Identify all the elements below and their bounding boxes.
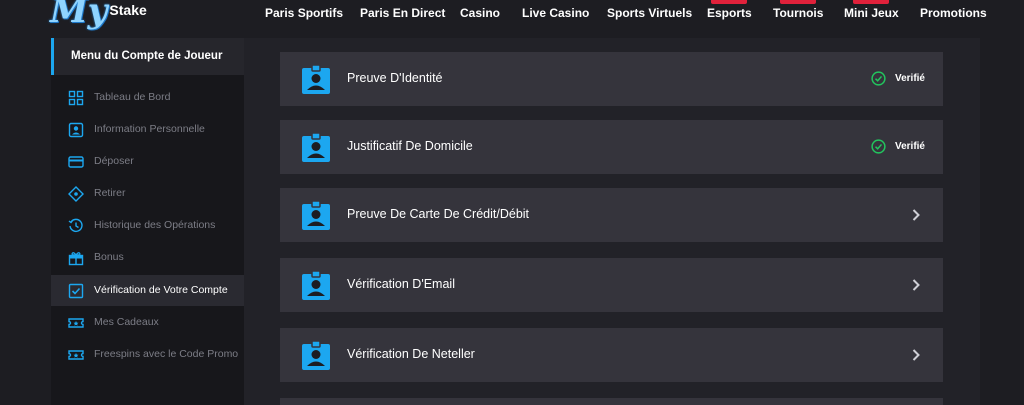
- check-circle-icon: [871, 139, 886, 154]
- sidebar-header: Menu du Compte de Joueur: [51, 38, 244, 75]
- sidebar-item-mes-cadeaux[interactable]: Mes Cadeaux: [51, 307, 244, 338]
- credit-card-icon: [68, 156, 84, 168]
- sidebar-item-label: Information Personnelle: [94, 123, 205, 135]
- verification-card-domicile[interactable]: Justificatif De Domicile Verifié: [280, 120, 943, 174]
- nav-item-paris-sportifs[interactable]: Paris Sportifs: [265, 6, 343, 20]
- card-label: Vérification De Neteller: [347, 347, 475, 361]
- nav-item-live-casino[interactable]: Live Casino: [522, 6, 589, 20]
- user-badge-icon: [302, 341, 330, 370]
- verification-card-carte-credit[interactable]: Preuve De Carte De Crédit/Débit: [280, 188, 943, 242]
- chevron-right-icon[interactable]: [911, 208, 921, 222]
- verification-card-identite[interactable]: Preuve D'Identité Verifié: [280, 52, 943, 106]
- user-badge-icon: [302, 65, 330, 94]
- chevron-right-icon[interactable]: [911, 348, 921, 362]
- nav-item-esports-label: Esports: [707, 6, 752, 20]
- status-badge: Verifié: [871, 71, 925, 86]
- top-navigation-bar: My Stake Paris Sportifs Paris En Direct …: [0, 0, 1024, 38]
- card-label: Vérification D'Email: [347, 277, 455, 291]
- status-text: Verifié: [894, 73, 925, 84]
- gift-icon: [68, 252, 84, 266]
- checkbox-icon: [68, 283, 84, 299]
- card-label: Preuve De Carte De Crédit/Débit: [347, 207, 530, 221]
- nav-item-esports[interactable]: Esports: [707, 0, 752, 20]
- sidebar-item-deposer[interactable]: Déposer: [51, 146, 244, 177]
- sidebar-item-label: Mes Cadeaux: [94, 316, 159, 328]
- user-badge-icon: [302, 271, 330, 300]
- nav-item-mini-jeux-label: Mini Jeux: [844, 6, 899, 20]
- sidebar-item-label: Retirer: [94, 187, 126, 199]
- user-badge-icon: [302, 201, 330, 230]
- status-text: Verifié: [894, 141, 925, 152]
- verification-card-partial[interactable]: [280, 398, 943, 405]
- verification-card-email[interactable]: Vérification D'Email: [280, 258, 943, 312]
- sidebar-item-label: Vérification de Votre Compte: [94, 284, 228, 296]
- sidebar-item-label: Freespins avec le Code Promo: [94, 348, 239, 360]
- card-label: Justificatif De Domicile: [347, 139, 473, 153]
- main-nav: Paris Sportifs Paris En Direct Casino Li…: [0, 0, 1024, 26]
- dashboard-icon: [68, 90, 84, 106]
- ticket-icon: [68, 318, 84, 328]
- sidebar-item-label: Bonus: [94, 251, 124, 263]
- chevron-right-icon[interactable]: [911, 278, 921, 292]
- sidebar-title: Menu du Compte de Joueur: [71, 50, 223, 62]
- nav-item-promotions[interactable]: Promotions: [920, 6, 987, 20]
- card-label: Preuve D'Identité: [347, 71, 443, 85]
- sidebar-item-tableau-de-bord[interactable]: Tableau de Bord: [51, 82, 244, 113]
- verification-card-neteller[interactable]: Vérification De Neteller: [280, 328, 943, 382]
- history-icon: [68, 218, 83, 232]
- verification-content: Preuve D'Identité Verifié Justificatif D…: [244, 38, 980, 405]
- withdraw-icon: [68, 186, 84, 202]
- user-badge-icon: [302, 133, 330, 162]
- sidebar-item-information-personnelle[interactable]: Information Personnelle: [51, 114, 244, 145]
- sidebar-item-freespins[interactable]: Freespins avec le Code Promo: [51, 339, 244, 370]
- id-card-icon: [68, 122, 84, 138]
- account-sidebar: Menu du Compte de Joueur Tableau de Bord…: [51, 38, 244, 405]
- nav-item-tournois[interactable]: Tournois: [773, 0, 824, 20]
- nav-item-tournois-label: Tournois: [773, 6, 824, 20]
- sidebar-item-historique[interactable]: Historique des Opérations: [51, 210, 244, 241]
- new-badge: [711, 0, 748, 4]
- sidebar-item-label: Déposer: [94, 155, 134, 167]
- check-circle-icon: [871, 71, 886, 86]
- sidebar-item-verification[interactable]: Vérification de Votre Compte: [51, 275, 244, 306]
- sidebar-item-retirer[interactable]: Retirer: [51, 178, 244, 209]
- ticket-star-icon: [68, 350, 84, 360]
- sidebar-item-label: Tableau de Bord: [94, 91, 171, 103]
- new-badge: [853, 0, 890, 4]
- nav-item-mini-jeux[interactable]: Mini Jeux: [844, 0, 899, 20]
- status-badge: Verifié: [871, 139, 925, 154]
- sidebar-item-label: Historique des Opérations: [94, 219, 216, 231]
- sidebar-item-bonus[interactable]: Bonus: [51, 242, 244, 273]
- new-badge: [780, 0, 817, 4]
- nav-item-casino[interactable]: Casino: [460, 6, 500, 20]
- nav-item-sports-virtuels[interactable]: Sports Virtuels: [607, 6, 692, 20]
- nav-item-paris-en-direct[interactable]: Paris En Direct: [360, 6, 445, 20]
